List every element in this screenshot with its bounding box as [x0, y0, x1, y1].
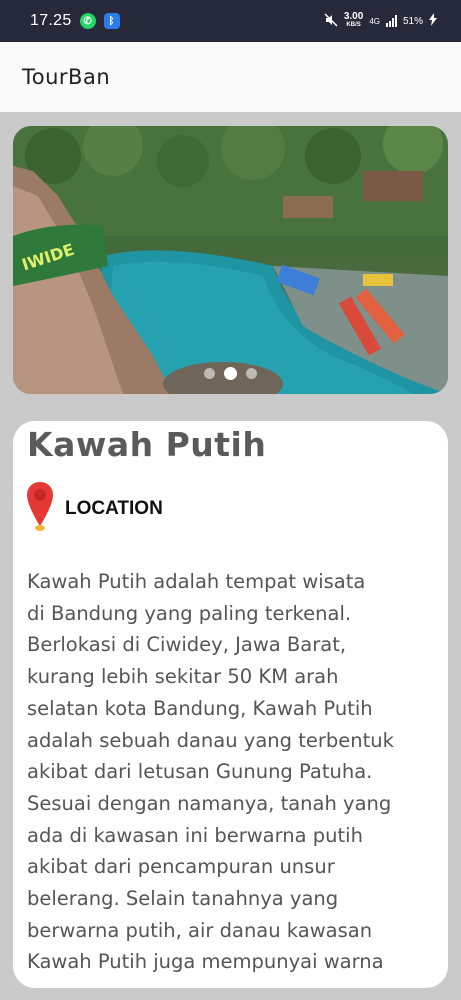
carousel-dots	[13, 367, 448, 380]
carousel-dot[interactable]	[204, 368, 215, 379]
status-right: 3.00 KB/S 4G 51%	[324, 11, 437, 30]
carousel-dot-active[interactable]	[224, 367, 237, 380]
app-bar: TourBan	[0, 42, 461, 112]
description-text: Kawah Putih adalah tempat wisata di Band…	[27, 570, 394, 974]
location-row[interactable]: LOCATION	[27, 482, 434, 536]
carousel-dot[interactable]	[246, 368, 257, 379]
network-type: 4G	[369, 16, 380, 26]
network-speed: 3.00 KB/S	[343, 11, 364, 29]
detail-card: Kawah Putih LOCATION Kawah Putih adalah …	[13, 421, 448, 988]
image-carousel[interactable]: IWIDE	[13, 126, 448, 394]
speed-value: 3.00	[343, 11, 364, 22]
place-title: Kawah Putih	[27, 425, 267, 464]
battery-text: 51%	[402, 15, 423, 27]
whatsapp-icon: ✆	[79, 13, 96, 29]
speed-unit: KB/S	[346, 22, 361, 28]
map-pin-icon	[27, 482, 53, 536]
location-label: LOCATION	[65, 498, 163, 519]
status-time: 17.25	[30, 12, 72, 29]
carousel-photo: IWIDE	[13, 126, 448, 394]
app-title: TourBan	[22, 65, 111, 89]
status-left: 17.25 ✆ ᛒ	[30, 12, 120, 30]
signal-icon	[385, 15, 397, 27]
status-bar: 17.25 ✆ ᛒ 3.00 KB/S 4G 51%	[0, 0, 461, 42]
bluetooth-icon: ᛒ	[103, 13, 120, 29]
charging-bolt-icon	[429, 13, 437, 29]
mute-icon	[324, 12, 338, 30]
